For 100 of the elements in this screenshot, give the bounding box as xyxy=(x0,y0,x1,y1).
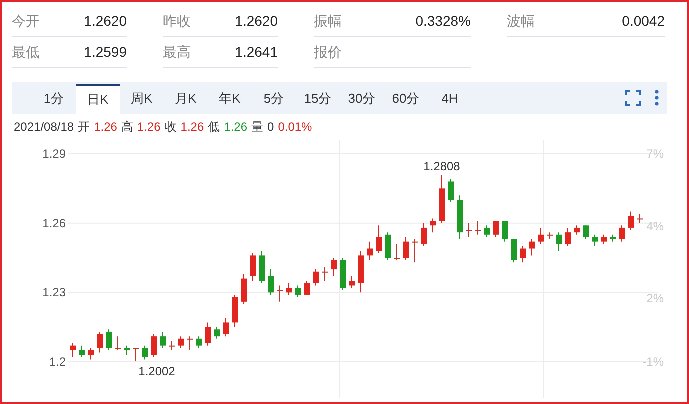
stat-label: 报价 xyxy=(314,42,342,62)
stat-value: 0.3328% xyxy=(416,12,471,30)
price-axis-label: 1.26 xyxy=(42,216,66,230)
stat-value: 1.2620 xyxy=(84,12,127,30)
candle xyxy=(565,227,571,247)
period-tab[interactable]: 周K xyxy=(120,84,164,114)
candle xyxy=(412,239,418,264)
quote-label: 高 xyxy=(121,119,134,136)
candle xyxy=(421,222,427,247)
candle xyxy=(367,241,373,261)
period-tab[interactable]: 1分 xyxy=(32,84,76,114)
quote-value: 0 xyxy=(268,119,274,136)
candle xyxy=(70,343,76,358)
stat-label: 最高 xyxy=(163,42,191,62)
candle xyxy=(502,220,508,242)
candle xyxy=(106,329,112,351)
candle xyxy=(592,234,598,247)
period-tab[interactable]: 60分 xyxy=(384,84,428,114)
candle xyxy=(637,214,643,224)
candle xyxy=(250,252,256,282)
candle xyxy=(403,236,409,261)
candle xyxy=(376,225,382,254)
candle xyxy=(628,211,634,231)
quote-value: 1.26 xyxy=(224,119,248,136)
candle xyxy=(196,336,202,349)
price-axis-label: 1.2 xyxy=(49,355,66,369)
candle xyxy=(277,285,283,302)
candle xyxy=(286,282,292,296)
stat-label: 昨收 xyxy=(163,12,191,30)
candle xyxy=(331,258,337,277)
price-axis-label: 1.29 xyxy=(42,147,66,161)
candle xyxy=(214,326,220,340)
candle xyxy=(304,280,310,296)
quote-label: 低 xyxy=(208,119,220,136)
fullscreen-icon[interactable] xyxy=(625,90,641,106)
high-price-marker: 1.2808 xyxy=(424,159,460,174)
candle xyxy=(439,174,445,224)
stat-value: 1.2620 xyxy=(235,12,278,30)
candle xyxy=(340,258,346,291)
candle xyxy=(259,250,265,284)
period-tab[interactable]: 5分 xyxy=(252,84,296,114)
candle xyxy=(493,220,499,238)
quote-value: 1.26 xyxy=(94,119,118,136)
candle xyxy=(385,232,391,261)
period-tab[interactable]: 15分 xyxy=(296,84,340,114)
candle xyxy=(619,225,625,242)
period-tab[interactable]: 30分 xyxy=(340,84,384,114)
period-tab[interactable]: 年K xyxy=(208,84,252,114)
candle xyxy=(394,244,400,261)
candle xyxy=(574,225,580,236)
more-icon[interactable] xyxy=(655,90,659,106)
candle xyxy=(178,336,184,349)
candle xyxy=(205,322,211,346)
candle xyxy=(187,336,193,351)
candle xyxy=(610,234,616,242)
quote-date: 2021/08/18 xyxy=(14,119,74,136)
period-tab[interactable]: 月K xyxy=(164,84,208,114)
candle xyxy=(466,222,472,238)
candle xyxy=(295,285,301,298)
candle xyxy=(457,195,463,240)
candle xyxy=(124,345,130,356)
quote-label: 量 xyxy=(252,119,264,136)
price-axis-label: 1.23 xyxy=(42,286,66,300)
stat-label: 振幅 xyxy=(314,12,342,30)
candle xyxy=(97,331,103,354)
candle xyxy=(142,345,148,360)
candle xyxy=(115,336,121,351)
candle xyxy=(448,178,454,204)
quote-value: 1.26 xyxy=(180,119,204,136)
stat-value: 1.2641 xyxy=(235,42,278,62)
candle xyxy=(349,276,355,289)
candle xyxy=(241,274,247,305)
stat-label: 波幅 xyxy=(507,12,535,30)
candle xyxy=(511,239,517,264)
candle xyxy=(358,250,364,294)
candle xyxy=(556,232,562,252)
candle xyxy=(538,227,544,245)
candle xyxy=(475,220,481,236)
candle xyxy=(547,232,553,240)
period-tab[interactable]: 日K xyxy=(76,84,120,114)
candle xyxy=(583,225,589,240)
candle xyxy=(484,225,490,238)
candle xyxy=(223,318,229,338)
candle xyxy=(169,340,175,351)
candle xyxy=(601,234,607,245)
quote-value: 1.26 xyxy=(137,119,161,136)
candle xyxy=(79,345,85,358)
stat-value: 0.0042 xyxy=(622,12,665,30)
candle xyxy=(430,218,436,234)
quote-change: 0.01% xyxy=(278,119,312,136)
candle xyxy=(520,246,526,264)
low-price-marker: 1.2002 xyxy=(138,364,176,379)
candle xyxy=(529,239,535,256)
quote-label: 收 xyxy=(164,119,177,136)
candle xyxy=(151,334,157,358)
quote-label: 开 xyxy=(78,119,90,136)
stat-label: 今开 xyxy=(12,12,40,30)
candle xyxy=(232,294,238,328)
period-tab[interactable]: 4H xyxy=(428,84,472,114)
stat-label: 最低 xyxy=(12,42,40,62)
